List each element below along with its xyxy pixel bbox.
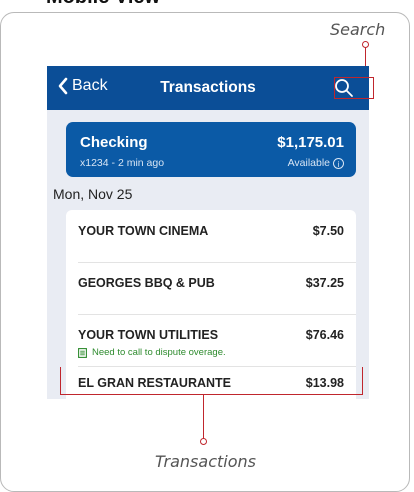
transaction-note-text: Need to call to dispute overage. (92, 347, 226, 358)
transaction-note: Need to call to dispute overage. (78, 347, 226, 358)
account-subtitle: x1234 - 2 min ago (80, 157, 165, 169)
transaction-row[interactable]: GEORGES BBQ & PUB $37.25 (66, 262, 356, 314)
note-icon (78, 347, 87, 358)
available-label: Available (287, 157, 330, 169)
transaction-name: YOUR TOWN CINEMA (78, 224, 209, 238)
transaction-amount: $13.98 (305, 376, 344, 390)
search-highlight-box (334, 77, 374, 99)
transactions-bracket-right (362, 367, 363, 394)
transaction-row[interactable]: YOUR TOWN CINEMA $7.50 (66, 210, 356, 262)
account-card[interactable]: Checking x1234 - 2 min ago $1,175.01 Ava… (66, 122, 356, 177)
transactions-callout-label: Transactions (155, 452, 256, 471)
available-label-group: Available i (288, 157, 344, 169)
transaction-list: YOUR TOWN CINEMA $7.50 GEORGES BBQ & PUB… (66, 210, 356, 399)
account-balance: $1,175.01 (277, 134, 344, 151)
date-header: Mon, Nov 25 (53, 186, 133, 202)
transactions-bracket-bottom (60, 394, 363, 395)
nav-title: Transactions (160, 79, 256, 96)
account-name: Checking (80, 134, 148, 151)
page-title: Mobile View (46, 0, 160, 9)
phone-screen: Back Transactions Checking x1234 - 2 min… (47, 66, 369, 399)
transactions-bracket-left (60, 367, 61, 394)
transaction-name: YOUR TOWN UTILITIES (78, 328, 219, 342)
transaction-amount: $7.50 (312, 224, 344, 238)
transaction-name: EL GRAN RESTAURANTE (78, 376, 232, 390)
transaction-row[interactable]: YOUR TOWN UTILITIES $76.46 Need to call … (66, 314, 356, 366)
transactions-callout-line (203, 394, 204, 439)
transaction-name: GEORGES BBQ & PUB (78, 276, 215, 290)
transaction-amount: $37.25 (305, 276, 344, 290)
info-icon[interactable]: i (333, 157, 344, 169)
search-callout-label: Search (330, 20, 386, 39)
nav-bar: Back Transactions (47, 66, 369, 110)
transactions-callout-dot (200, 438, 207, 445)
transaction-amount: $76.46 (305, 328, 344, 342)
